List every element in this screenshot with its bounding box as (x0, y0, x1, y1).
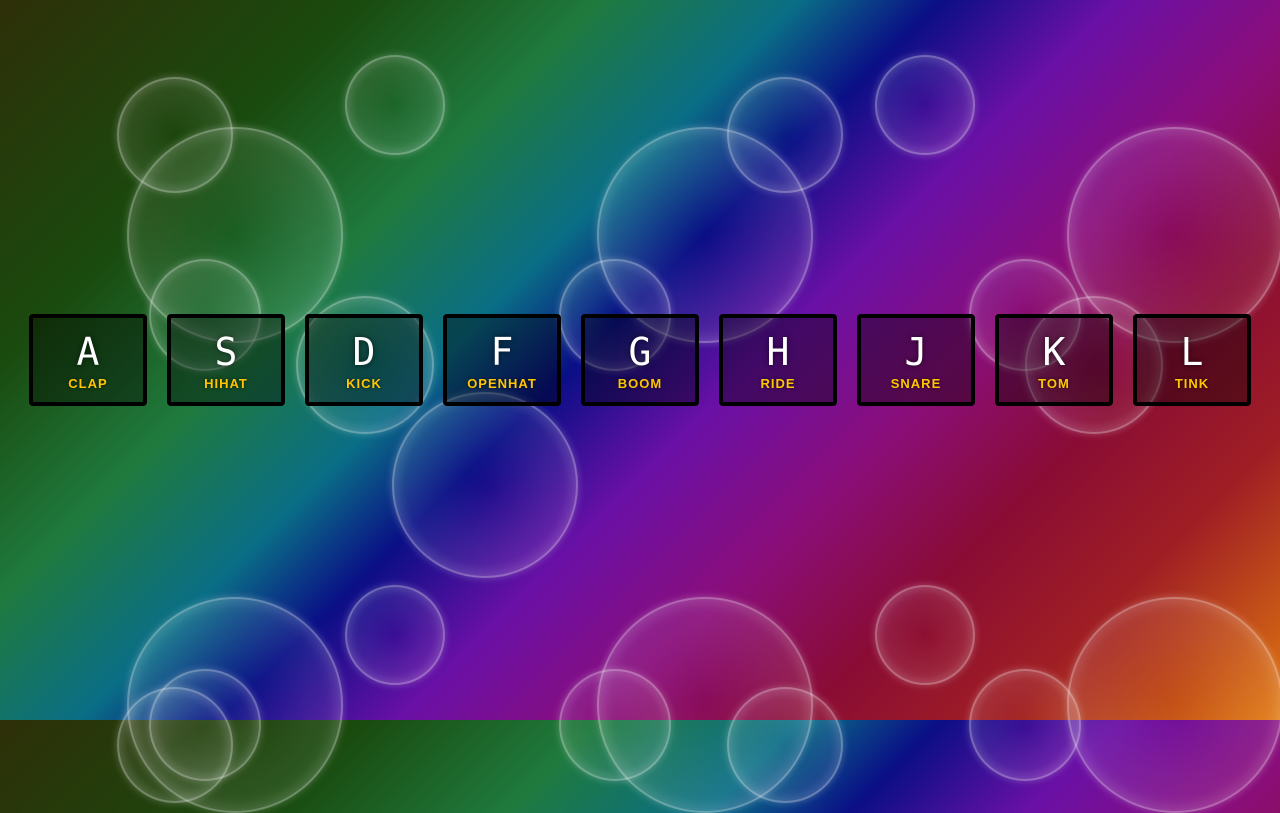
drum-key-g[interactable]: G BOOM (581, 314, 699, 406)
drum-key-s[interactable]: S HIHAT (167, 314, 285, 406)
bubble (1067, 597, 1280, 813)
sound-label: SNARE (890, 376, 942, 391)
key-letter: L (1180, 330, 1204, 374)
drum-key-k[interactable]: K TOM (995, 314, 1113, 406)
sound-label: BOOM (617, 376, 663, 391)
sound-label: CLAP (68, 376, 108, 391)
bubble (345, 55, 445, 155)
bubble (875, 585, 975, 685)
drum-key-d[interactable]: D KICK (305, 314, 423, 406)
key-letter: S (214, 330, 238, 374)
bubble (727, 77, 843, 193)
sound-label: RIDE (760, 376, 796, 391)
drum-key-a[interactable]: A CLAP (29, 314, 147, 406)
key-letter: G (628, 330, 652, 374)
sound-label: TINK (1174, 376, 1210, 391)
key-letter: J (904, 330, 928, 374)
drum-keys: A CLAP S HIHAT D KICK F OPENHAT G BOOM H… (29, 314, 1251, 406)
drum-key-h[interactable]: H RIDE (719, 314, 837, 406)
bubble (345, 585, 445, 685)
drum-key-f[interactable]: F OPENHAT (443, 314, 561, 406)
bubble (875, 55, 975, 155)
key-letter: H (766, 330, 790, 374)
bubble (969, 669, 1081, 781)
sound-label: KICK (346, 376, 382, 391)
sound-label: HIHAT (204, 376, 248, 391)
bubble (392, 392, 578, 578)
key-letter: K (1042, 330, 1066, 374)
key-letter: A (76, 330, 100, 374)
key-letter: D (352, 330, 376, 374)
sound-label: TOM (1038, 376, 1070, 391)
bubble (727, 687, 843, 803)
bubble (117, 687, 233, 803)
drum-key-l[interactable]: L TINK (1133, 314, 1251, 406)
key-letter: F (490, 330, 514, 374)
drum-key-j[interactable]: J SNARE (857, 314, 975, 406)
sound-label: OPENHAT (467, 376, 537, 391)
